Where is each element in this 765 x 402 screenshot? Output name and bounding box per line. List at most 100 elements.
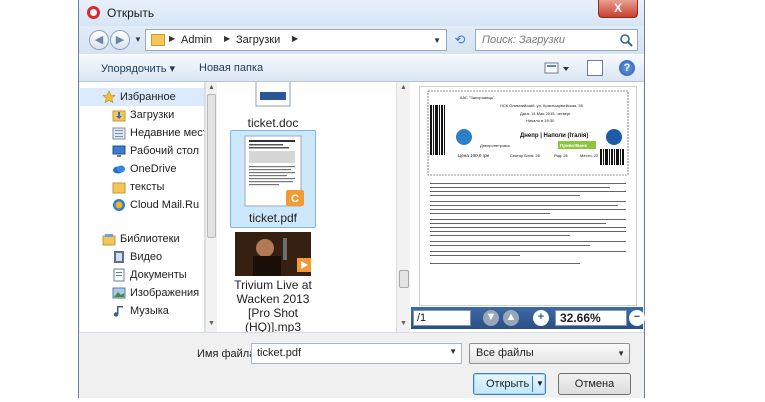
file-name-line: Trivium Live at bbox=[234, 278, 312, 292]
file-name: Trivium Live at Wacken 2013 [Pro Shot (H… bbox=[223, 278, 323, 332]
recent-pages-dropdown[interactable]: ▼ bbox=[134, 35, 142, 44]
dialog-footer: Имя файла: ticket.pdf ▼ Все файлы ▼ Откр… bbox=[79, 332, 644, 398]
sidebar-item-documents[interactable]: Документы bbox=[80, 266, 204, 284]
chevron-right-icon[interactable]: ▶ bbox=[224, 34, 230, 43]
sidebar-item-music[interactable]: Музыка bbox=[80, 302, 204, 320]
search-placeholder: Поиск: Загрузки bbox=[482, 34, 565, 46]
chevron-down-icon[interactable]: ▼ bbox=[433, 36, 441, 45]
split-divider bbox=[532, 376, 533, 392]
forward-button[interactable]: ▶ bbox=[110, 30, 130, 50]
downloads-folder-icon bbox=[112, 110, 126, 122]
ticket-time: Начало в 19:30 bbox=[526, 118, 555, 123]
sidebar-item-label: Музыка bbox=[130, 305, 169, 317]
ticket-document: КАС "Запорожець" НСК Олимпийский, ул. Кр… bbox=[427, 90, 629, 264]
chevron-down-icon[interactable]: ▼ bbox=[617, 349, 625, 358]
folder-icon bbox=[151, 34, 165, 46]
documents-library-icon bbox=[113, 268, 125, 282]
chevron-right-icon[interactable]: ▶ bbox=[292, 34, 298, 43]
organize-button[interactable]: Упорядочить ▾ bbox=[101, 62, 175, 75]
opera-logo-icon bbox=[87, 6, 100, 19]
sidebar-item-label: Изображения bbox=[130, 287, 200, 299]
list-item[interactable]: ticket.doc bbox=[230, 82, 316, 130]
file-type-value: Все файлы bbox=[476, 347, 534, 359]
sidebar-item-downloads[interactable]: Загрузки bbox=[80, 106, 204, 124]
file-name: ticket.pdf bbox=[248, 211, 298, 225]
file-list: ticket.doc C ticket.pdf Trivium Live at … bbox=[218, 82, 401, 332]
ticket-price: Цена 100,0 грн bbox=[458, 153, 490, 158]
sidebar-item-desktop[interactable]: Рабочий стол bbox=[80, 142, 204, 160]
filename-value: ticket.pdf bbox=[257, 347, 302, 359]
new-folder-button[interactable]: Новая папка bbox=[199, 62, 263, 74]
sidebar-item-images[interactable]: Изображения bbox=[80, 284, 204, 302]
recent-places-icon bbox=[112, 127, 126, 140]
zoom-level-input[interactable]: 32.66% bbox=[555, 310, 627, 326]
scroll-down-icon[interactable]: ▼ bbox=[400, 320, 407, 327]
sidebar-item-texts[interactable]: тексты bbox=[80, 178, 204, 196]
sidebar-item-favorites[interactable]: Избранное bbox=[80, 88, 204, 106]
list-item[interactable]: C ticket.pdf bbox=[230, 130, 316, 228]
search-input[interactable]: Поиск: Загрузки bbox=[475, 29, 638, 51]
file-list-scrollbar[interactable]: ▲ ▼ bbox=[396, 82, 410, 332]
sidebar-item-label: Недавние места bbox=[130, 127, 204, 139]
ticket-date: Дата: 14 Мая 2015, четверг bbox=[520, 111, 571, 116]
sidebar-item-onedrive[interactable]: OneDrive bbox=[80, 160, 204, 178]
pdf-thumbnail-icon: C bbox=[244, 135, 304, 207]
refresh-icon[interactable]: ⟲ bbox=[451, 31, 469, 49]
preview-pane-icon[interactable] bbox=[587, 60, 603, 76]
change-view-icon[interactable] bbox=[543, 60, 573, 77]
zoom-out-icon[interactable]: − bbox=[629, 310, 645, 326]
preview-pane: КАС "Запорожець" НСК Олимпийский, ул. Кр… bbox=[411, 82, 645, 332]
svg-text:C: C bbox=[291, 193, 299, 205]
breadcrumb-downloads[interactable]: Загрузки bbox=[236, 34, 280, 46]
navigation-pane: Избранное Загрузки Недавние места Рабочи… bbox=[80, 82, 205, 332]
next-page-icon[interactable]: ▲ bbox=[503, 310, 519, 326]
file-name-line: (HQ)].mp3 bbox=[244, 320, 301, 332]
sidebar-item-label: Cloud Mail.Ru bbox=[130, 199, 200, 211]
command-bar: Упорядочить ▾ Новая папка ? bbox=[79, 54, 644, 82]
file-name-line: Wacken 2013 bbox=[236, 292, 310, 306]
onedrive-icon bbox=[113, 165, 125, 174]
chevron-down-icon[interactable]: ▼ bbox=[449, 347, 457, 356]
open-options-dropdown[interactable]: ▼ bbox=[536, 379, 544, 388]
video-thumbnail-icon bbox=[235, 232, 311, 276]
scroll-up-icon[interactable]: ▲ bbox=[208, 84, 215, 91]
list-item[interactable]: Trivium Live at Wacken 2013 [Pro Shot (H… bbox=[223, 232, 323, 332]
sidebar-item-label: тексты bbox=[130, 181, 165, 193]
sidebar-item-recent-places[interactable]: Недавние места bbox=[80, 124, 204, 142]
close-button[interactable]: X bbox=[598, 0, 638, 18]
sidebar-scrollbar[interactable]: ▲ ▼ bbox=[205, 82, 217, 332]
page-number-input[interactable]: /1 bbox=[413, 310, 471, 326]
scroll-down-icon[interactable]: ▼ bbox=[208, 320, 215, 327]
sidebar-item-cloud-mail[interactable]: Cloud Mail.Ru bbox=[80, 196, 204, 214]
open-button-label: Открыть bbox=[486, 378, 530, 390]
star-icon bbox=[102, 90, 116, 104]
zoom-in-icon[interactable]: + bbox=[533, 310, 549, 326]
file-name-line: [Pro Shot bbox=[247, 306, 299, 320]
filename-field[interactable]: ticket.pdf ▼ bbox=[251, 343, 462, 364]
ticket-address: НСК Олимпийский, ул. Красноармейская, 55 bbox=[500, 103, 584, 108]
back-button[interactable]: ◀ bbox=[89, 30, 109, 50]
help-icon[interactable]: ? bbox=[619, 60, 635, 76]
breadcrumb-admin[interactable]: Admin bbox=[181, 34, 212, 46]
chevron-right-icon[interactable]: ▶ bbox=[169, 34, 175, 43]
music-library-icon bbox=[113, 306, 123, 317]
prev-page-icon[interactable]: ▼ bbox=[483, 310, 499, 326]
scrollbar-thumb[interactable] bbox=[399, 270, 409, 288]
sidebar-item-label: Видео bbox=[130, 251, 163, 263]
folder-icon bbox=[112, 182, 126, 194]
window-title: Открыть bbox=[107, 6, 155, 20]
breadcrumb[interactable]: ▶ Admin ▶ Загрузки ▶ ▼ bbox=[145, 29, 447, 51]
sidebar-item-libraries[interactable]: Библиотеки bbox=[80, 230, 204, 248]
scrollbar-thumb[interactable] bbox=[207, 94, 216, 238]
ticket-header-code: КАС "Запорожець" bbox=[460, 95, 495, 100]
file-name: ticket.doc bbox=[247, 116, 299, 130]
cancel-button[interactable]: Отмена bbox=[558, 373, 631, 395]
open-button[interactable]: Открыть ▼ bbox=[473, 373, 546, 395]
file-type-select[interactable]: Все файлы ▼ bbox=[469, 343, 630, 364]
search-icon[interactable] bbox=[619, 33, 633, 47]
scroll-up-icon[interactable]: ▲ bbox=[400, 84, 407, 91]
ticket-row: Ряд: 26 bbox=[554, 153, 568, 158]
sidebar-item-label: OneDrive bbox=[130, 163, 177, 175]
sidebar-item-video[interactable]: Видео bbox=[80, 248, 204, 266]
ticket-sponsor: ПриватБанк bbox=[560, 143, 588, 148]
